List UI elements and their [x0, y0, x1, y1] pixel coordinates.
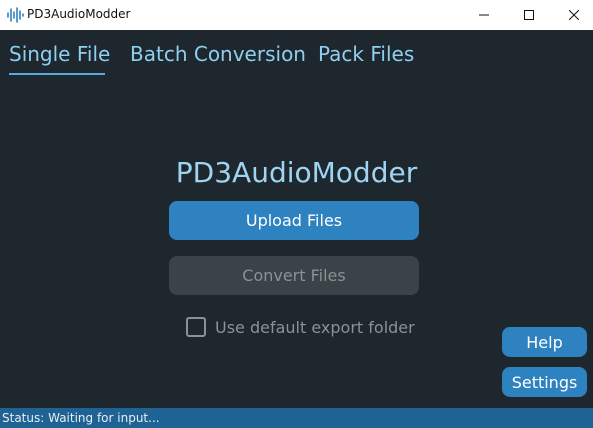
settings-button[interactable]: Settings [502, 367, 587, 397]
close-icon [569, 10, 579, 20]
status-text: Status: Waiting for input... [2, 411, 160, 425]
tab-single-file[interactable]: Single File [9, 42, 110, 66]
minimize-button[interactable] [461, 0, 507, 30]
window-title: PD3AudioModder [27, 7, 131, 21]
status-bar: Status: Waiting for input... [0, 408, 593, 428]
default-export-label[interactable]: Use default export folder [215, 318, 415, 337]
page-title: PD3AudioModder [175, 156, 418, 189]
convert-files-button[interactable]: Convert Files [169, 256, 419, 295]
minimize-icon [479, 14, 489, 16]
title-bar: PD3AudioModder [0, 0, 593, 30]
close-button[interactable] [551, 0, 593, 30]
waveform-icon [7, 7, 24, 23]
tab-batch-conversion[interactable]: Batch Conversion [130, 42, 306, 66]
help-button[interactable]: Help [502, 327, 587, 357]
default-export-checkbox[interactable] [186, 317, 206, 337]
upload-files-button[interactable]: Upload Files [169, 201, 419, 240]
active-tab-indicator [9, 73, 105, 75]
default-export-option[interactable]: Use default export folder [186, 316, 415, 338]
tab-pack-files[interactable]: Pack Files [318, 42, 414, 66]
maximize-button[interactable] [506, 0, 552, 30]
maximize-icon [524, 10, 534, 20]
tab-bar: Single File Batch Conversion Pack Files [0, 38, 593, 78]
